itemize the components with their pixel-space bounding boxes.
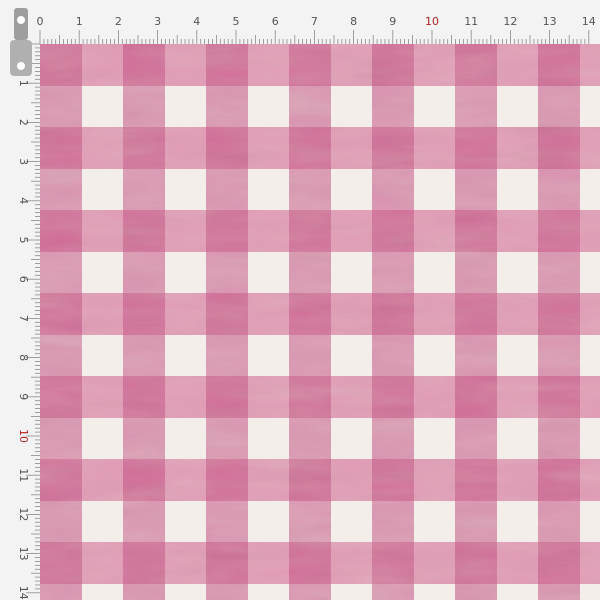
top-ruler-label: 12 (503, 15, 517, 28)
top-ruler-label: 4 (193, 15, 200, 28)
top-ruler-label: 10 (425, 15, 439, 28)
left-ruler-label: 7 (17, 315, 30, 322)
left-ruler-label: 2 (17, 119, 30, 126)
left-ruler-label: 6 (17, 276, 30, 283)
left-ruler-label: 11 (17, 468, 30, 482)
vertical-stripe (538, 44, 580, 600)
fabric-swatch-preview: 0 1 2 3 4 5 6 7 8 9 10 11 12 13 14 1 2 3 4 5 6 7 8 9 10 11 12 13 14 (0, 0, 600, 600)
top-ruler-label: 3 (154, 15, 161, 28)
top-ruler-label: 0 (37, 15, 44, 28)
left-ruler-label: 10 (17, 429, 30, 443)
top-ruler-label: 5 (233, 15, 240, 28)
vertical-stripe (40, 44, 82, 600)
top-ruler-label: 13 (543, 15, 557, 28)
top-ruler-label: 14 (582, 15, 596, 28)
top-ruler-label: 9 (389, 15, 396, 28)
left-ruler-label: 9 (17, 393, 30, 400)
vertical-stripe (289, 44, 331, 600)
vertical-stripe (372, 44, 414, 600)
top-ruler-labels: 0 1 2 3 4 5 6 7 8 9 10 11 12 13 14 (37, 15, 596, 28)
top-ruler-label: 11 (464, 15, 478, 28)
top-ruler-label: 7 (311, 15, 318, 28)
vertical-stripe (123, 44, 165, 600)
left-ruler: 1234567891011121314 (0, 43, 40, 600)
left-ruler-label: 3 (17, 158, 30, 165)
top-ruler-label: 6 (272, 15, 279, 28)
top-ruler: 0 1 2 3 4 5 6 7 8 9 10 11 12 13 14 (0, 0, 600, 44)
left-ruler-label: 14 (17, 586, 30, 600)
left-ruler-label: 4 (17, 197, 30, 204)
left-ruler-label: 12 (17, 507, 30, 521)
fabric-swatch-svg: 0 1 2 3 4 5 6 7 8 9 10 11 12 13 14 1234567891011121314 (0, 0, 600, 600)
top-ruler-label: 1 (76, 15, 83, 28)
top-ruler-label: 8 (350, 15, 357, 28)
fabric-area (40, 44, 600, 600)
top-ruler-label: 2 (115, 15, 122, 28)
vertical-stripe (206, 44, 248, 600)
left-ruler-label: 8 (17, 354, 30, 361)
left-ruler-label: 13 (17, 547, 30, 561)
vertical-stripe (455, 44, 497, 600)
left-ruler-label: 1 (17, 80, 30, 87)
left-ruler-label: 5 (17, 237, 30, 244)
